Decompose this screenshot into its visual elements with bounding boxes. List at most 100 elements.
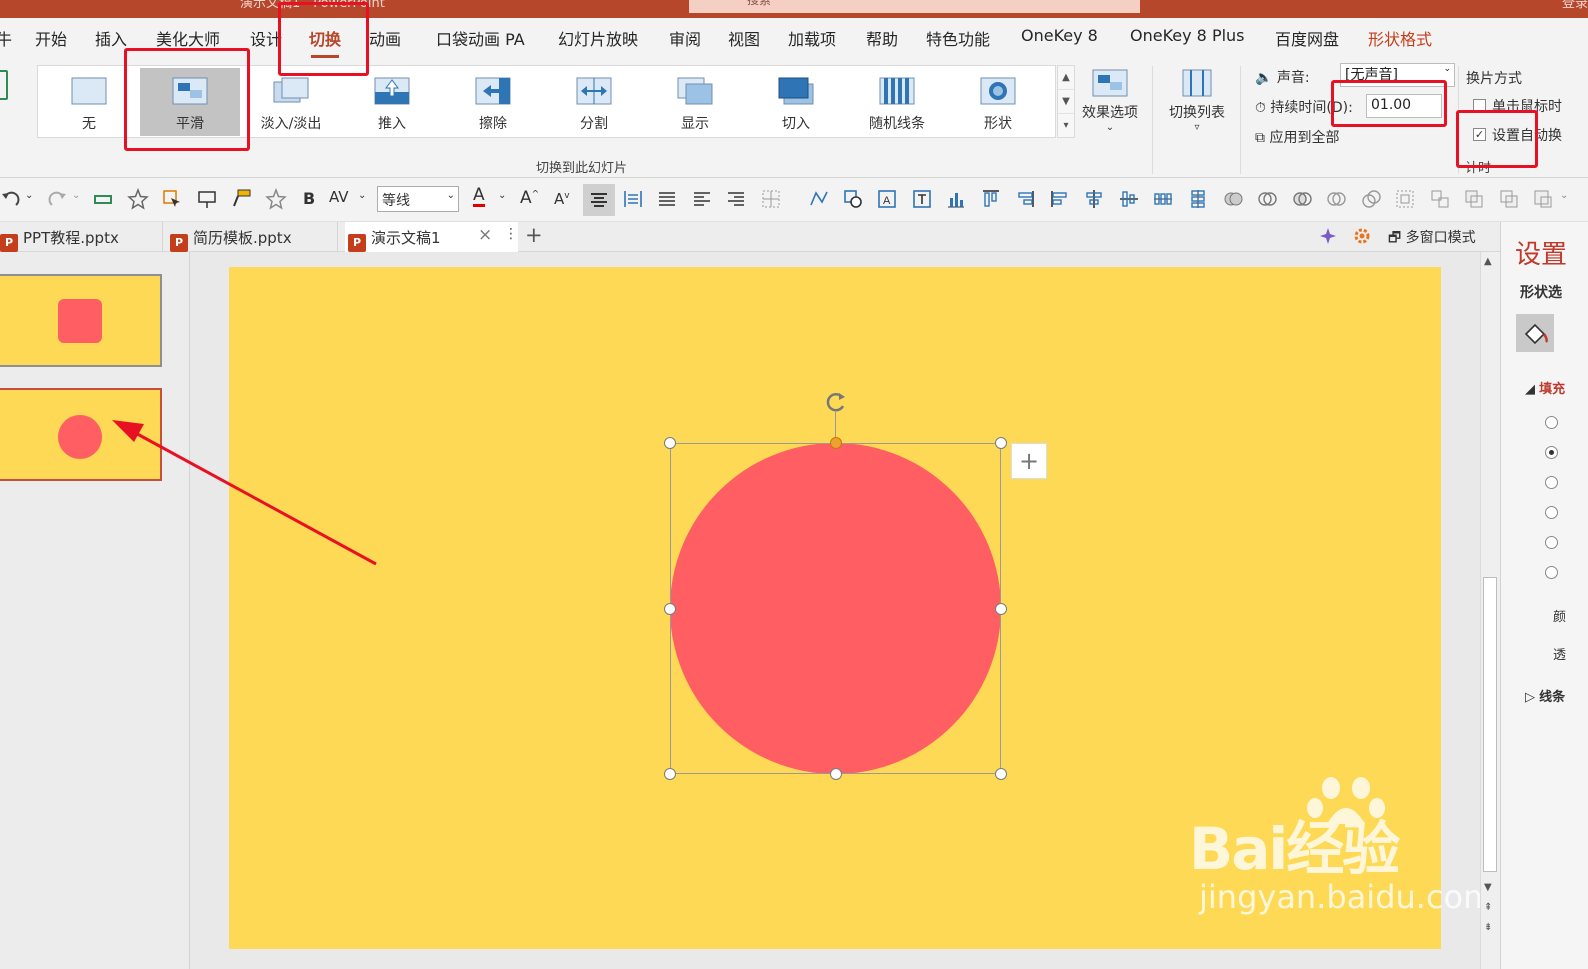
shrink-font-button[interactable]: Av [554, 190, 570, 208]
present-icon[interactable] [196, 188, 218, 210]
tab-insert[interactable]: 插入 [95, 26, 127, 50]
fill-section-header[interactable]: ◢ 填充 [1525, 378, 1565, 397]
preview-icon[interactable] [0, 70, 8, 100]
doc-tab[interactable]: P 简历模板.pptx [170, 222, 338, 252]
merge-shapes-icon[interactable] [1222, 188, 1244, 210]
distribute-vertical-icon[interactable] [1187, 188, 1209, 210]
star-icon[interactable] [127, 188, 149, 210]
align-top-icon[interactable] [980, 188, 1002, 210]
fragment-shapes-icon[interactable] [1291, 188, 1313, 210]
intersect-shapes-icon[interactable] [1325, 188, 1347, 210]
adjust-handle[interactable] [830, 437, 842, 449]
scroll-up-icon[interactable]: ▲ [1484, 256, 1492, 267]
edit-points-icon[interactable] [808, 188, 830, 210]
distribute-horizontal-icon[interactable] [1152, 188, 1174, 210]
redo-icon[interactable] [46, 188, 68, 210]
tab-view[interactable]: 视图 [728, 26, 760, 50]
fill-option-radio[interactable] [1545, 506, 1558, 519]
sign-in-link[interactable]: 登录 [1562, 0, 1588, 11]
transition-reveal[interactable]: 显示 [645, 68, 745, 136]
tab-special[interactable]: 特色功能 [926, 26, 990, 50]
star-outline-icon[interactable] [265, 188, 287, 210]
resize-handle-ne[interactable] [995, 437, 1007, 449]
tab-home[interactable]: 开始 [35, 26, 67, 50]
resize-handle-se[interactable] [995, 768, 1007, 780]
slide-canvas[interactable]: + Bai经验 jingyan.baidu.com [229, 267, 1494, 949]
tab-pocket-animation[interactable]: 口袋动画 PA [436, 26, 525, 50]
textbox-icon[interactable]: A [876, 188, 898, 210]
bring-forward-icon[interactable] [1463, 188, 1485, 210]
grow-font-button[interactable]: A^ [520, 188, 539, 208]
effect-options-button[interactable]: 效果选项 ⌄ [1078, 68, 1142, 133]
line-section-header[interactable]: ▷ 线条 [1525, 686, 1565, 705]
bold-button[interactable]: B [303, 189, 315, 208]
transition-random-bars[interactable]: 随机线条 [847, 68, 947, 136]
next-slide-icon[interactable]: ⇟ [1484, 922, 1492, 933]
ungroup-icon[interactable] [1429, 188, 1451, 210]
tab-file-cropped[interactable]: 牛 [0, 26, 12, 50]
fill-option-radio[interactable] [1545, 416, 1558, 429]
chevron-down-icon[interactable]: ⌄ [25, 190, 33, 201]
vertical-textbox-icon[interactable] [911, 188, 933, 210]
tab-beautify[interactable]: 美化大师 [156, 26, 220, 50]
transition-push[interactable]: 推入 [342, 68, 442, 136]
resize-handle-sw[interactable] [664, 768, 676, 780]
transition-split[interactable]: 分割 [544, 68, 644, 136]
scroll-down-icon[interactable]: ▼ [1484, 882, 1492, 893]
chevron-down-icon[interactable]: ⌄ [358, 190, 366, 201]
table-icon[interactable] [760, 188, 782, 210]
fill-option-radio[interactable] [1545, 566, 1558, 579]
align-vertical-center-icon[interactable] [1118, 188, 1140, 210]
chevron-down-icon[interactable]: ⌄ [498, 190, 506, 201]
align-center-button[interactable] [583, 184, 615, 216]
align-left-objects-icon[interactable] [1049, 188, 1071, 210]
apply-all-button[interactable]: ⧉ 应用到全部 [1255, 127, 1339, 147]
slide-thumbnail-1[interactable] [0, 274, 162, 367]
fill-line-tab[interactable] [1516, 314, 1554, 352]
transition-cut[interactable]: 切入 [746, 68, 846, 136]
gear-icon[interactable] [1352, 226, 1372, 246]
tab-shape-format[interactable]: 形状格式 [1368, 26, 1432, 50]
resize-handle-e[interactable] [995, 603, 1007, 615]
shape-options-tab[interactable]: 形状选 [1520, 282, 1562, 302]
vertical-scrollbar[interactable]: ▲ ▼ ⇞ ⇟ [1480, 252, 1500, 969]
undo-icon[interactable] [0, 188, 22, 210]
send-backward-icon[interactable] [1498, 188, 1520, 210]
tab-onekey8plus[interactable]: OneKey 8 Plus [1130, 26, 1245, 45]
new-tab-plus-icon[interactable]: + [525, 223, 543, 247]
transition-fade[interactable]: 淡入/淡出 [241, 68, 341, 136]
tab-onekey8[interactable]: OneKey 8 [1021, 26, 1098, 45]
tab-review[interactable]: 审阅 [669, 26, 701, 50]
gallery-down-button[interactable]: ▼ [1058, 90, 1074, 114]
combine-shapes-icon[interactable] [1256, 188, 1278, 210]
font-color-button[interactable]: A [473, 186, 485, 207]
align-right-objects-icon[interactable] [1014, 188, 1036, 210]
align-right-icon[interactable] [725, 188, 747, 210]
fill-solid-radio[interactable] [1545, 446, 1558, 459]
transition-wipe[interactable]: 擦除 [443, 68, 543, 136]
doc-tab[interactable]: P PPT教程.pptx [0, 222, 163, 252]
group-icon[interactable] [1394, 188, 1416, 210]
shape-union-icon[interactable] [842, 188, 864, 210]
gallery-more-button[interactable]: ▾ [1058, 114, 1074, 138]
tab-animations[interactable]: 动画 [369, 26, 401, 50]
transition-shape[interactable]: 形状 [948, 68, 1048, 136]
chevron-down-icon[interactable]: ⌄ [72, 190, 80, 201]
resize-handle-nw[interactable] [664, 437, 676, 449]
fill-option-radio[interactable] [1545, 536, 1558, 549]
justify-icon[interactable] [656, 188, 678, 210]
chevron-down-icon[interactable]: ⌄ [1560, 190, 1568, 201]
layout-options-plus-icon[interactable]: + [1011, 443, 1047, 479]
chart-icon[interactable] [945, 188, 967, 210]
resize-handle-w[interactable] [664, 603, 676, 615]
char-spacing-button[interactable]: AV [329, 188, 349, 206]
magic-icon[interactable] [1318, 226, 1338, 246]
distribute-icon[interactable] [622, 188, 644, 210]
scroll-thumb[interactable] [1483, 577, 1497, 872]
rotate-handle-icon[interactable] [822, 389, 850, 417]
more-icon[interactable]: ⋮ [504, 226, 518, 242]
tab-baidu-netdisk[interactable]: 百度网盘 [1275, 26, 1339, 50]
tab-help[interactable]: 帮助 [866, 26, 898, 50]
format-painter-icon[interactable] [230, 188, 252, 210]
fill-option-radio[interactable] [1545, 476, 1558, 489]
